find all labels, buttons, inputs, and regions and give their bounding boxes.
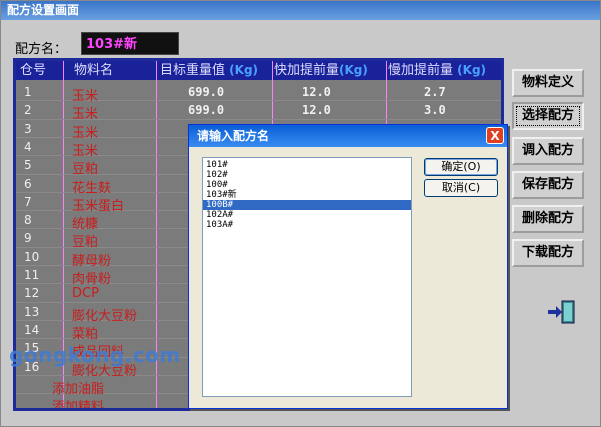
window-title: 配方设置画面 — [1, 1, 600, 20]
bin-number: 1 — [24, 85, 32, 99]
recipe-list-item[interactable]: 102# — [203, 170, 411, 180]
bin-number: 14 — [24, 322, 40, 337]
material-name: 玉米 — [72, 143, 99, 159]
fast-advance-value: 12.0 — [302, 103, 331, 118]
recipe-settings-window: 配方设置画面 配方名： 103#新 仓号 物料名 目标重量值 (Kg) 快加提前… — [0, 0, 601, 427]
slow-advance-value: 3.0 — [424, 103, 446, 118]
material-name: 玉米 — [72, 89, 99, 104]
material-name: 玉米蛋白 — [72, 198, 125, 214]
bin-number: 4 — [24, 139, 32, 154]
material-name: 统糠 — [72, 217, 99, 233]
bin-number: 6 — [24, 176, 32, 191]
header-fast: 快加提前量(Kg) — [274, 61, 390, 80]
bin-number: 5 — [24, 158, 32, 173]
bin-number: 7 — [24, 194, 32, 209]
material-name: 玉米 — [72, 125, 99, 141]
header-material: 物料名 — [74, 61, 154, 80]
bin-number: 9 — [24, 231, 32, 246]
exit-icon[interactable] — [546, 299, 578, 325]
fast-advance-value: 12.0 — [302, 85, 331, 99]
watermark-text: gongkong.com — [9, 343, 181, 367]
header-slow-label: 慢加提前量 — [388, 63, 454, 78]
cancel-button[interactable]: 取消(C) — [424, 179, 498, 197]
material-define-button[interactable]: 物料定义 — [512, 69, 584, 97]
recipe-name-dialog: 请输入配方名 X 101# 102# 100# 103#新 100B# 102A# 103A… — [188, 124, 508, 409]
header-target-label: 目标重量值 — [160, 63, 226, 78]
header-slow-unit: (Kg) — [457, 63, 487, 77]
recipe-list-item[interactable]: 100B# — [203, 200, 411, 210]
material-name: 豆粕 — [72, 162, 99, 178]
header-bin: 仓号 — [20, 61, 60, 80]
header-fast-label: 快加提前量 — [274, 63, 340, 78]
delete-recipe-button[interactable]: 删除配方 — [512, 205, 584, 233]
load-recipe-button[interactable]: 调入配方 — [512, 137, 584, 165]
recipe-list[interactable]: 101# 102# 100# 103#新 100B# 102A# 103A# — [202, 157, 412, 397]
material-name: 肉骨粉 — [72, 272, 112, 287]
ok-button[interactable]: 确定(O) — [424, 158, 498, 176]
material-name: 添加油脂 — [52, 381, 105, 397]
save-recipe-button[interactable]: 保存配方 — [512, 171, 584, 199]
bin-number: 10 — [24, 249, 40, 264]
recipe-list-item[interactable]: 103A# — [203, 220, 411, 230]
material-name: 玉米 — [72, 107, 99, 123]
recipe-name-label: 配方名： — [15, 42, 68, 57]
bin-number: 13 — [24, 304, 40, 319]
recipe-list-item[interactable]: 102A# — [203, 210, 411, 220]
dialog-title: 请输入配方名 — [189, 125, 507, 147]
header-slow: 慢加提前量 (Kg) — [388, 61, 501, 80]
bin-number: 11 — [24, 268, 40, 282]
header-target: 目标重量值 (Kg) — [160, 61, 276, 80]
recipe-list-item[interactable]: 101# — [203, 160, 411, 170]
download-recipe-button[interactable]: 下载配方 — [512, 239, 584, 267]
material-name: 花生麸 — [72, 180, 112, 196]
select-recipe-button[interactable]: 选择配方 — [512, 102, 584, 130]
material-name: DCP — [72, 286, 99, 302]
material-name: 豆粕 — [72, 235, 99, 251]
recipe-name-field[interactable]: 103#新 — [81, 32, 179, 55]
target-weight-value: 699.0 — [188, 103, 225, 118]
slow-advance-value: 2.7 — [424, 85, 446, 99]
header-fast-unit: (Kg) — [339, 63, 368, 77]
bin-number: 2 — [24, 103, 32, 118]
close-icon[interactable]: X — [486, 127, 504, 144]
bin-number: 12 — [24, 286, 40, 301]
recipe-list-item[interactable]: 103#新 — [203, 190, 411, 200]
material-name: 膨化大豆粉 — [72, 308, 138, 324]
bin-number: 3 — [24, 121, 32, 136]
bin-number: 8 — [24, 213, 32, 228]
material-name: 酵母粉 — [72, 253, 112, 269]
recipe-list-item[interactable]: 100# — [203, 180, 411, 190]
header-target-unit: (Kg) — [229, 63, 259, 77]
material-name: 添加精料 — [52, 400, 105, 411]
target-weight-value: 699.0 — [188, 85, 225, 99]
material-name: 菜粕 — [72, 326, 99, 342]
